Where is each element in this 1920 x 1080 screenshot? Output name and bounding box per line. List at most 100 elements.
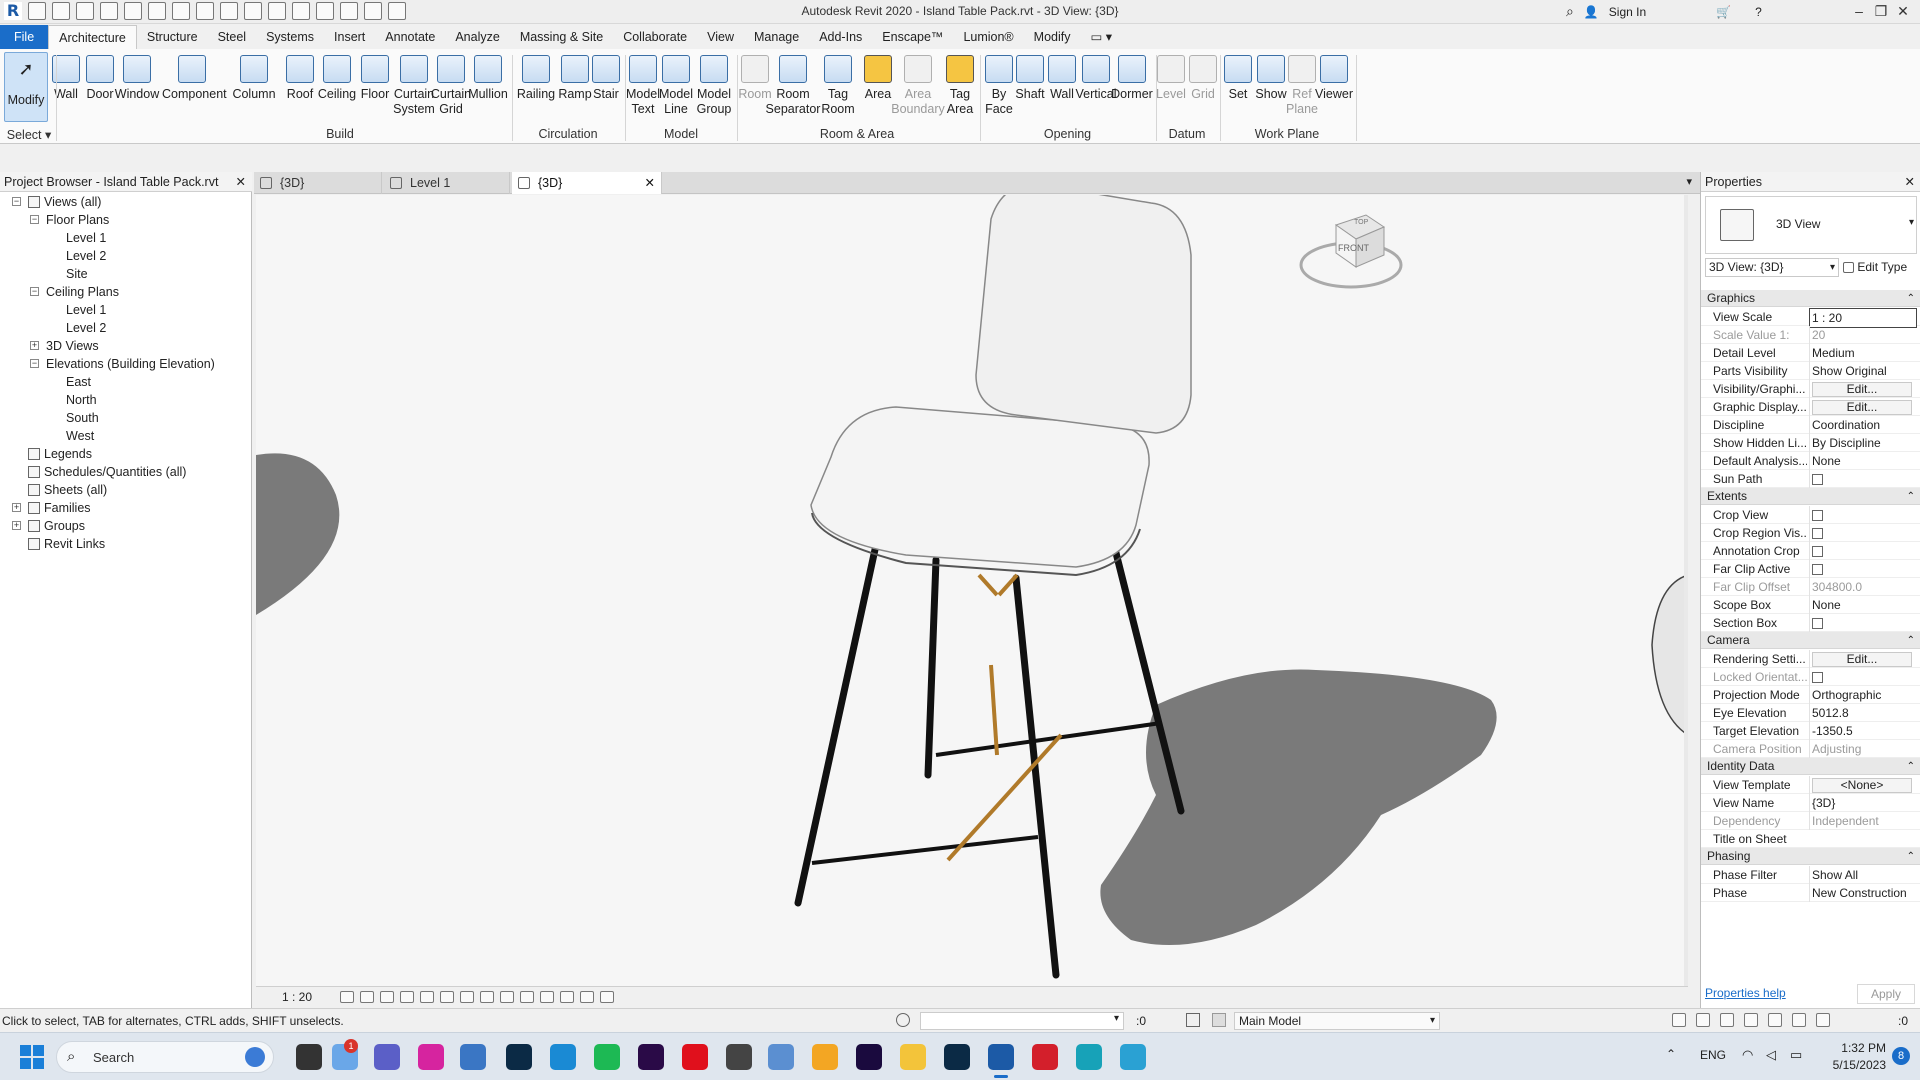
stocks-icon[interactable] — [460, 1044, 486, 1070]
property-edit-button[interactable]: Edit... — [1812, 382, 1912, 397]
teams-icon[interactable] — [374, 1044, 400, 1070]
select-pinned-icon[interactable] — [1720, 1013, 1734, 1027]
instagram-icon[interactable] — [418, 1044, 444, 1070]
property-value[interactable] — [1809, 614, 1917, 632]
sign-in-link[interactable]: Sign In — [1609, 5, 1646, 19]
tree-item[interactable]: + Families — [12, 499, 91, 517]
collapse-icon[interactable]: − — [12, 197, 21, 206]
design-options-icon[interactable] — [1212, 1013, 1226, 1027]
ribbon-tab-10[interactable]: View — [697, 25, 744, 49]
sun-path-icon[interactable] — [380, 991, 394, 1003]
property-value[interactable]: Medium — [1809, 344, 1917, 362]
property-section[interactable]: Camera ⌃ — [1701, 632, 1920, 649]
tree-item[interactable]: East — [66, 373, 91, 391]
collapse-icon[interactable]: − — [30, 287, 39, 296]
cart-icon[interactable]: 🛒 — [1716, 5, 1731, 19]
notification-count-badge[interactable]: 8 — [1892, 1047, 1910, 1065]
ribbon-tab-1[interactable]: Architecture — [48, 25, 137, 49]
wifi-icon[interactable]: ◠ — [1742, 1047, 1753, 1063]
ribbon-tab-9[interactable]: Collaborate — [613, 25, 697, 49]
shadows-icon[interactable] — [400, 991, 414, 1003]
user-icon[interactable]: 👤 — [1584, 5, 1599, 19]
property-section[interactable]: Phasing ⌃ — [1701, 848, 1920, 865]
property-value[interactable] — [1809, 542, 1917, 560]
properties-help-link[interactable]: Properties help — [1705, 986, 1786, 1000]
workset-dropdown[interactable]: ▾ — [920, 1012, 1124, 1030]
property-value[interactable]: None — [1809, 596, 1917, 614]
rendering-icon[interactable] — [420, 991, 434, 1003]
ribbon-button-work_plane-3[interactable]: Viewer — [1304, 53, 1364, 133]
property-value[interactable]: New Construction — [1809, 884, 1917, 902]
ribbon-tab-8[interactable]: Massing & Site — [510, 25, 613, 49]
help-icon[interactable]: ? — [1755, 5, 1762, 19]
select-underlay-icon[interactable] — [1696, 1013, 1710, 1027]
expand-icon[interactable]: + — [30, 341, 39, 350]
property-value[interactable]: Adjusting — [1809, 740, 1917, 758]
navigator-icon[interactable] — [768, 1044, 794, 1070]
open-icon[interactable] — [28, 2, 46, 20]
ribbon-button-build-3[interactable]: Component — [162, 53, 227, 133]
tree-item[interactable]: − Elevations (Building Elevation) — [30, 355, 215, 373]
property-value[interactable]: Independent — [1809, 812, 1917, 830]
revit-icon[interactable] — [988, 1044, 1014, 1070]
volume-icon[interactable]: ◁ — [1766, 1047, 1776, 1063]
ribbon-tab-13[interactable]: Enscape™ — [872, 25, 953, 49]
property-value[interactable]: Orthographic — [1809, 686, 1917, 704]
collapse-section-icon[interactable]: ⌃ — [1907, 848, 1915, 865]
expand-icon[interactable]: + — [12, 503, 21, 512]
collapse-section-icon[interactable]: ⌃ — [1907, 290, 1915, 307]
property-value[interactable]: 5012.8 — [1809, 704, 1917, 722]
autocad-icon[interactable] — [1032, 1044, 1058, 1070]
measure-icon[interactable] — [196, 2, 214, 20]
dimension-icon[interactable] — [220, 2, 238, 20]
opera-icon[interactable] — [682, 1044, 708, 1070]
collapse-section-icon[interactable]: ⌃ — [1907, 488, 1915, 505]
after-effects-icon[interactable] — [856, 1044, 882, 1070]
file-manager-icon[interactable] — [296, 1044, 322, 1070]
tree-item[interactable]: Schedules/Quantities (all) — [28, 463, 186, 481]
show-crop-icon[interactable] — [460, 991, 474, 1003]
globe-app-icon[interactable] — [1120, 1044, 1146, 1070]
property-edit-button[interactable]: Edit... — [1812, 400, 1912, 415]
clock-time[interactable]: 1:32 PM — [1826, 1041, 1886, 1055]
tree-item[interactable]: − Floor Plans — [30, 211, 109, 229]
tree-item[interactable]: Level 1 — [66, 229, 106, 247]
property-section[interactable]: Graphics ⌃ — [1701, 290, 1920, 307]
apply-button[interactable]: Apply — [1857, 984, 1915, 1004]
detail-level-icon[interactable] — [340, 991, 354, 1003]
default-3d-view-icon[interactable] — [292, 2, 310, 20]
close-hidden-windows-icon[interactable] — [364, 2, 382, 20]
property-value[interactable]: Edit... — [1809, 650, 1917, 668]
tree-item[interactable]: +3D Views — [30, 337, 99, 355]
select-by-face-icon[interactable] — [1744, 1013, 1758, 1027]
text-icon[interactable] — [268, 2, 286, 20]
reveal-constraints-icon[interactable] — [600, 991, 614, 1003]
drag-on-selection-icon[interactable] — [1768, 1013, 1782, 1027]
ribbon-tab-5[interactable]: Insert — [324, 25, 375, 49]
property-checkbox[interactable] — [1812, 618, 1823, 629]
revit-logo-icon[interactable]: R — [4, 2, 22, 20]
explorer-icon[interactable] — [900, 1044, 926, 1070]
editable-only-icon[interactable] — [1186, 1013, 1200, 1027]
tree-item[interactable]: Sheets (all) — [28, 481, 107, 499]
crop-view-icon[interactable] — [440, 991, 454, 1003]
property-value[interactable]: Show All — [1809, 866, 1917, 884]
tree-item[interactable]: Revit Links — [28, 535, 105, 553]
property-checkbox[interactable] — [1812, 474, 1823, 485]
background-processes-icon[interactable] — [1792, 1013, 1806, 1027]
type-selector[interactable]: 3D View ▾ — [1705, 196, 1917, 254]
start-button[interactable] — [20, 1045, 44, 1069]
undo-icon[interactable] — [124, 2, 142, 20]
type-dropdown-icon[interactable]: ▾ — [1909, 217, 1914, 228]
battery-icon[interactable]: ▭ — [1790, 1047, 1802, 1063]
property-checkbox[interactable] — [1812, 528, 1823, 539]
temporary-hide-icon[interactable] — [500, 991, 514, 1003]
property-edit-button[interactable]: Edit... — [1812, 652, 1912, 667]
property-value[interactable]: Edit... — [1809, 398, 1917, 416]
spotify-icon[interactable] — [594, 1044, 620, 1070]
view-tabs-dropdown-icon[interactable]: ▾ — [1686, 175, 1692, 188]
property-checkbox[interactable] — [1812, 546, 1823, 557]
show-analytical-icon[interactable] — [560, 991, 574, 1003]
thin-lines-icon[interactable] — [340, 2, 358, 20]
tree-item[interactable]: North — [66, 391, 97, 409]
